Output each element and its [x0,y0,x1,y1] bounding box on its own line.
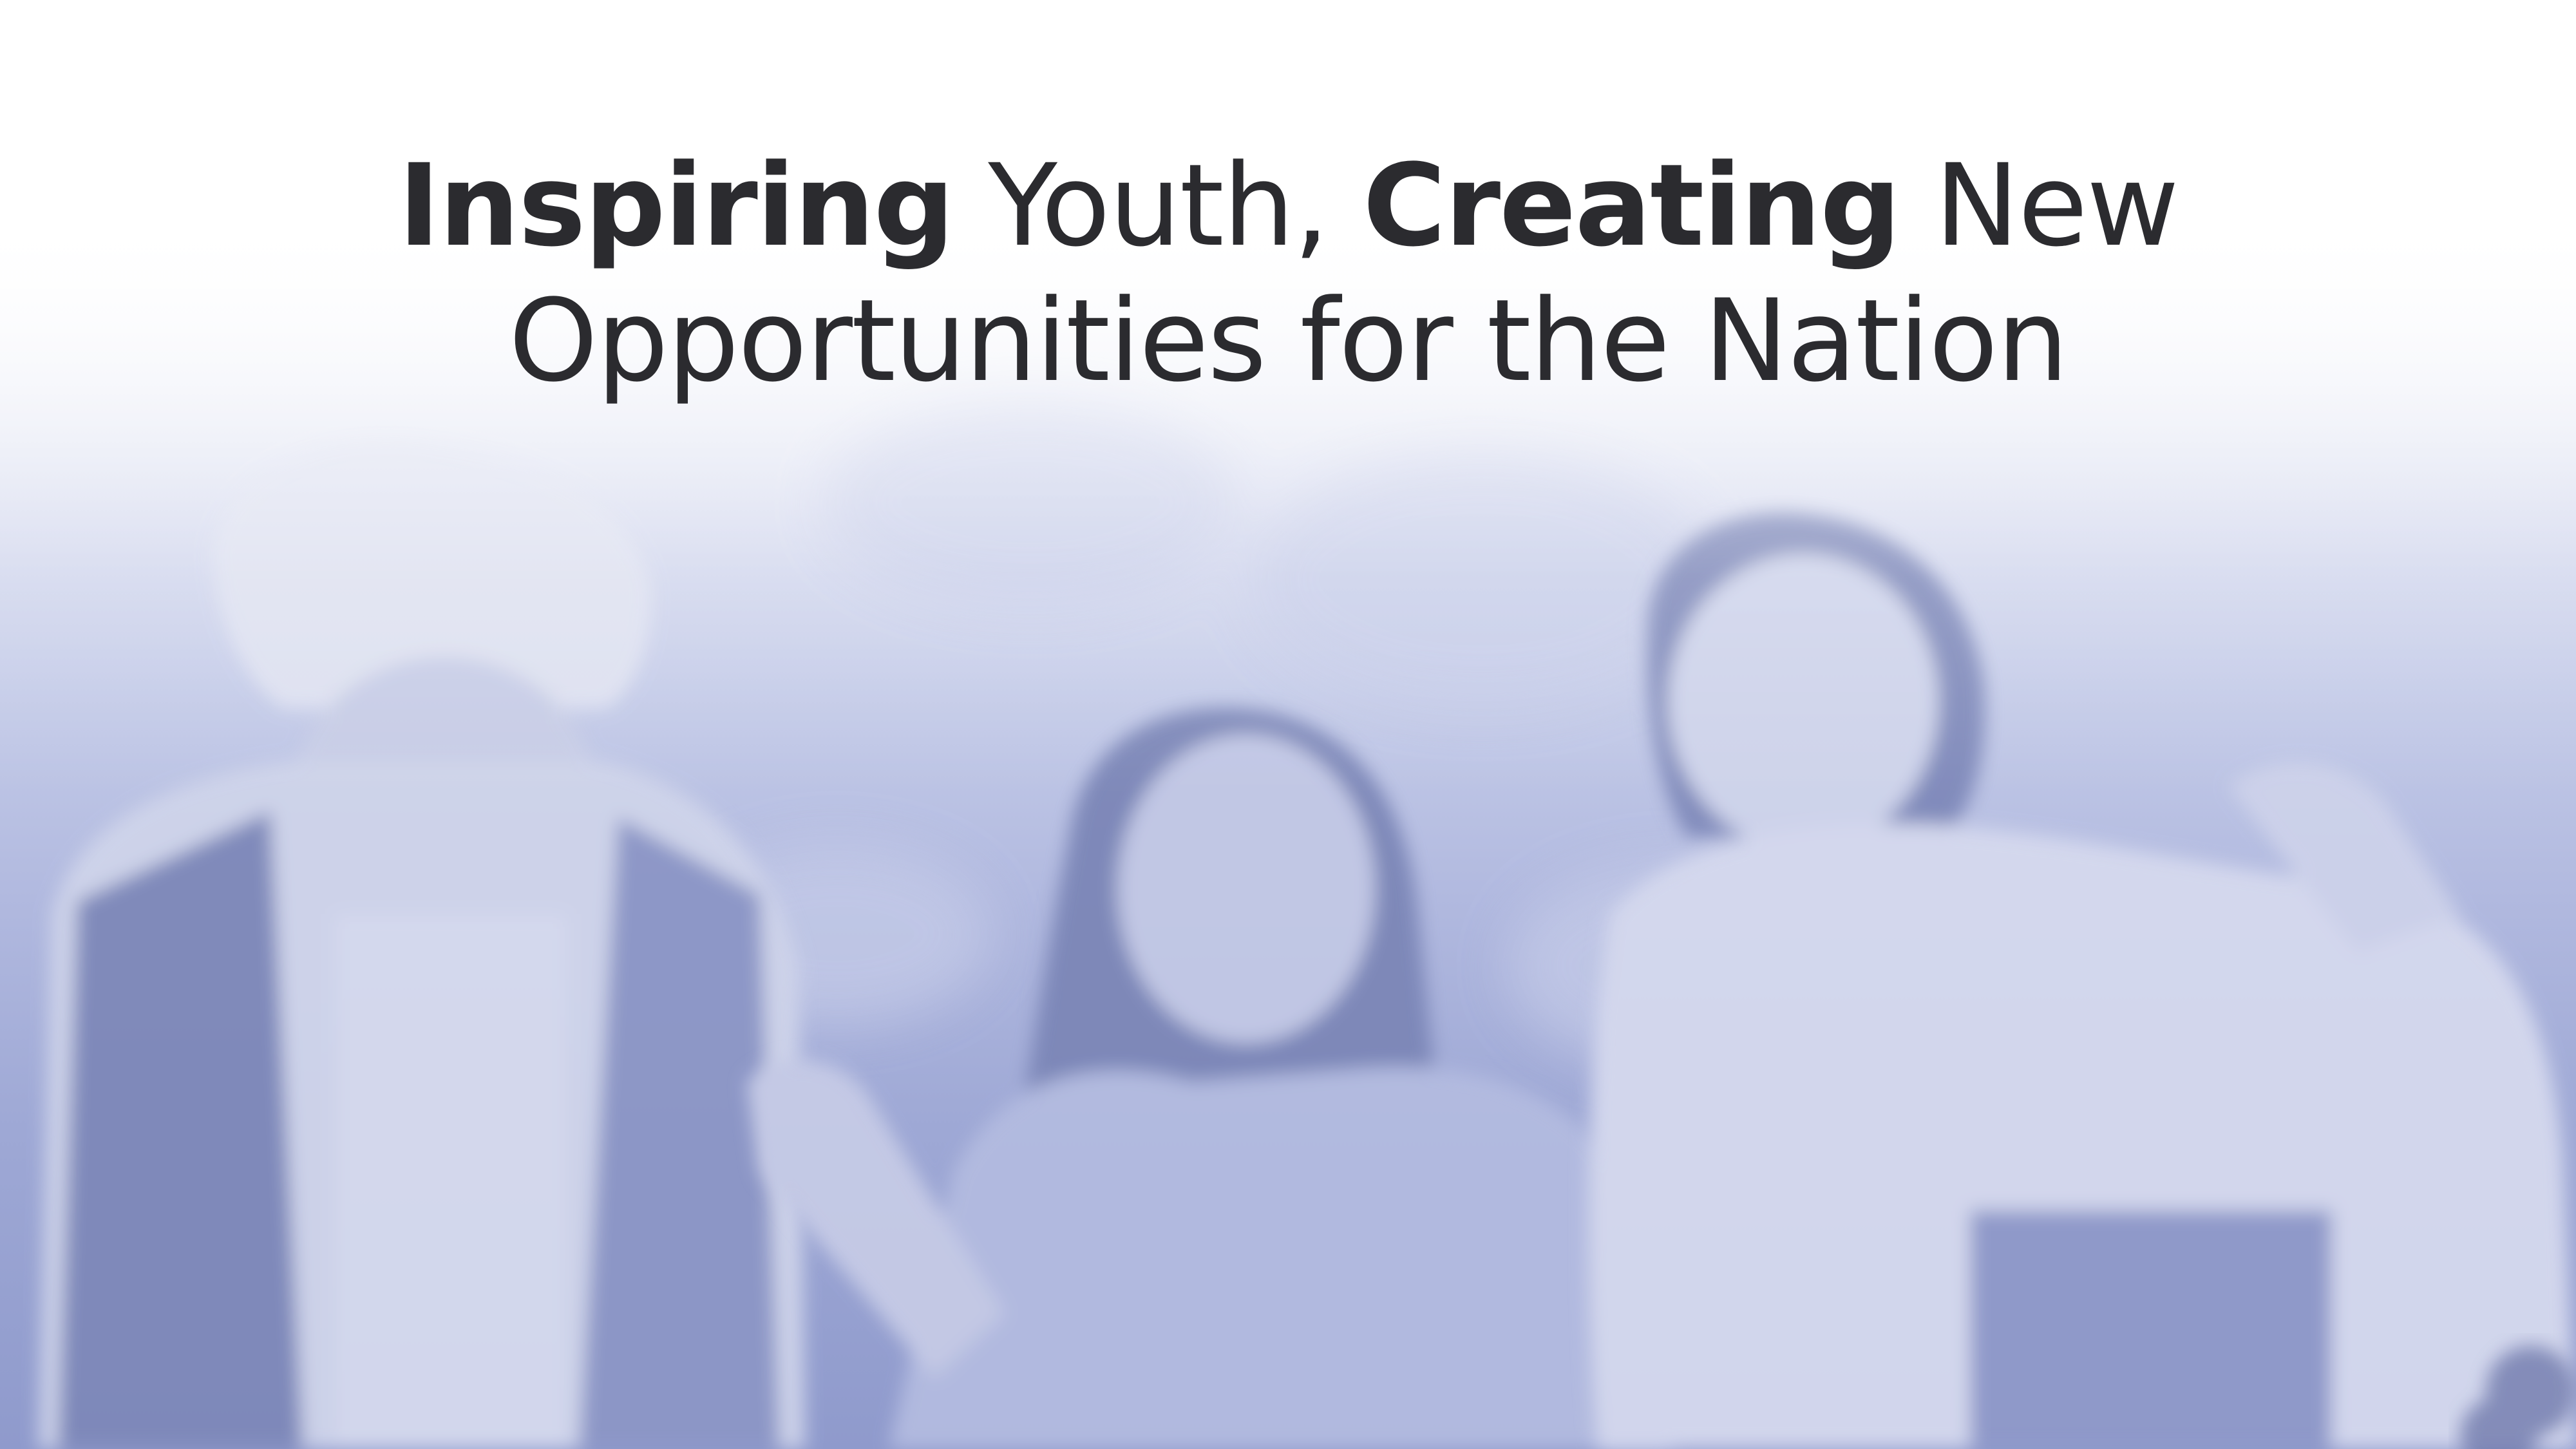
hero-banner: Inspiring Youth, Creating New Opportunit… [0,0,2576,1449]
hero-headline: Inspiring Youth, Creating New Opportunit… [0,138,2576,409]
headline-regular-new: New [1900,140,2179,272]
headline-line-2: Opportunities for the Nation [508,275,2069,407]
headline-bold-inspiring: Inspiring [398,140,954,272]
headline-bold-creating: Creating [1363,140,1901,272]
headline-regular-youth: Youth, [953,140,1363,272]
headline-line-1: Inspiring Youth, Creating New [0,138,2576,274]
